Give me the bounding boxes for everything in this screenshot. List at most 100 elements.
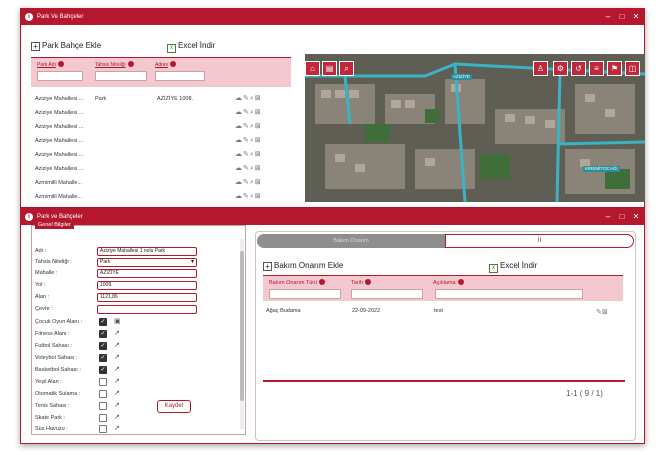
tab-maintenance[interactable]: Bakım Onarım	[257, 234, 445, 248]
row-actions[interactable]: ✎⊠	[596, 308, 608, 316]
type-select[interactable]: Park ▾	[97, 258, 197, 267]
table-row[interactable]: Aziziye Mahallesi ... ☁✎⌕⊠	[35, 106, 289, 120]
table-row[interactable]: Azmimilli Mahalle... ☁✎⌕⊠	[35, 190, 289, 204]
maintenance-excel-button[interactable]: x Excel İndir	[489, 261, 537, 273]
field-label: Adı :	[35, 248, 47, 254]
map-view[interactable]: ⌂ ▤ ⌕ ♙ ⚙ ↺ ≡ ⚑ ◫ AZİZİYE KİREMİTOCAĞI	[305, 54, 645, 202]
sort-icon[interactable]	[364, 279, 371, 285]
column-description[interactable]: Açıklama	[433, 279, 464, 286]
column-maintenance-type[interactable]: Bakım Onarım Türü	[269, 279, 326, 286]
row-actions[interactable]: ☁✎⌕⊠	[235, 106, 262, 120]
filter-type[interactable]	[95, 71, 147, 81]
pool-checkbox[interactable]	[99, 425, 107, 433]
sort-icon[interactable]	[127, 61, 134, 67]
checkbox-label: Yeşil Alan :	[35, 379, 62, 385]
window-title: Park ve Bahçeler	[37, 214, 83, 220]
neighborhood-field[interactable]: AZİZİYE	[97, 269, 197, 278]
table-row[interactable]: Aziziye Mahallesi ... ☁✎⌕⊠	[35, 148, 289, 162]
filter-park-name[interactable]	[37, 71, 83, 81]
external-link-icon[interactable]: ↗	[114, 330, 120, 338]
minimize-button[interactable]: –	[602, 9, 614, 25]
field-label: Mahalle :	[35, 270, 58, 276]
tennis-checkbox[interactable]	[99, 402, 107, 410]
football-checkbox[interactable]: ✓	[99, 342, 107, 350]
form-scrollbar[interactable]	[240, 239, 244, 429]
table-row[interactable]: Aziziye Mahallesi ... ☁✎⌕⊠	[35, 162, 289, 176]
column-type[interactable]: Tahsis Niteliği	[95, 61, 134, 68]
green-area-checkbox[interactable]	[99, 378, 107, 386]
external-link-icon[interactable]: ↗	[114, 425, 120, 433]
map-layers-button[interactable]: ≡	[589, 61, 604, 76]
filter-address[interactable]	[155, 71, 205, 81]
sort-icon[interactable]	[57, 61, 64, 67]
row-actions[interactable]: ☁✎⌕⊠	[235, 134, 262, 148]
maximize-button[interactable]: □	[616, 209, 628, 225]
perimeter-field[interactable]	[97, 305, 197, 314]
table-row[interactable]: Aziziye Mahallesi ... Park AZİZİYE 1008. ☁✎…	[35, 92, 289, 106]
external-link-icon[interactable]: ↗	[114, 354, 120, 362]
tab-second[interactable]: İİ	[445, 234, 634, 248]
excel-icon: x	[167, 44, 176, 53]
road-field[interactable]: 1008.	[97, 281, 197, 290]
external-link-icon[interactable]: ↗	[114, 378, 120, 386]
row-actions[interactable]: ☁✎⌕⊠	[235, 148, 262, 162]
external-link-icon[interactable]: ↗	[114, 390, 120, 398]
name-field[interactable]: Aziziye Mahallesi 1 nolu Park	[97, 247, 197, 256]
map-tool-button[interactable]: ⚙	[553, 61, 568, 76]
row-actions[interactable]: ☁✎⌕⊠	[235, 162, 262, 176]
add-park-button[interactable]: + Park Bahçe Ekle	[31, 41, 101, 51]
add-maintenance-button[interactable]: + Bakım Onarım Ekle	[263, 261, 343, 271]
column-date[interactable]: Tarih	[351, 279, 371, 286]
sort-icon[interactable]	[170, 61, 177, 67]
map-label: KİREMİTOCAĞI	[583, 166, 620, 172]
external-link-icon[interactable]: ↗	[114, 342, 120, 350]
park-table-header: Park Adı Tahsis Niteliği Adres	[31, 57, 291, 87]
external-link-icon[interactable]: ↗	[114, 414, 120, 422]
map-tool-button[interactable]: ♙	[533, 61, 548, 76]
filter-maintenance-type[interactable]	[269, 289, 341, 299]
cell-name: Aziziye Mahallesi ...	[35, 110, 84, 116]
filter-description[interactable]	[435, 289, 583, 299]
table-row[interactable]: Azmimilli Mahalle... ☁✎⌕⊠	[35, 176, 289, 190]
row-actions[interactable]: ☁✎⌕⊠	[235, 120, 262, 134]
minimize-button[interactable]: –	[602, 209, 614, 225]
row-actions[interactable]: ☁✎⌕⊠	[235, 92, 262, 106]
app-icon: i	[25, 13, 33, 21]
close-button[interactable]: ✕	[630, 9, 642, 25]
sort-icon[interactable]	[457, 279, 464, 285]
scrollbar-thumb[interactable]	[240, 251, 244, 401]
filter-date[interactable]	[351, 289, 423, 299]
table-row[interactable]: Ağaç Budama 22-09-2022 test ✎⊠	[266, 308, 626, 320]
column-address[interactable]: Adres	[155, 61, 177, 68]
map-tool-button[interactable]: ⚑	[607, 61, 622, 76]
map-tool-button[interactable]: ▤	[322, 61, 337, 76]
basketball-checkbox[interactable]: ✓	[99, 366, 107, 374]
checkbox-label: Futbol Sahası :	[35, 343, 72, 349]
table-row[interactable]: Aziziye Mahallesi ... ☁✎⌕⊠	[35, 120, 289, 134]
column-park-name[interactable]: Park Adı	[37, 61, 64, 68]
map-tool-button[interactable]: ↺	[571, 61, 586, 76]
playground-checkbox[interactable]: ✓	[99, 318, 107, 326]
external-link-icon[interactable]: ↗	[114, 366, 120, 374]
area-field[interactable]: 1121,86	[97, 293, 197, 302]
image-icon[interactable]: ▣	[114, 318, 121, 326]
map-tool-button[interactable]: ⌂	[305, 61, 320, 76]
fitness-checkbox[interactable]: ✓	[99, 330, 107, 338]
maximize-button[interactable]: □	[616, 9, 628, 25]
row-actions[interactable]: ☁✎⌕⊠	[235, 176, 262, 190]
sort-icon[interactable]	[319, 279, 326, 285]
skate-park-checkbox[interactable]	[99, 414, 107, 422]
close-button[interactable]: ✕	[630, 209, 642, 225]
map-tool-button[interactable]: ⌕	[339, 61, 354, 76]
external-link-icon[interactable]: ↗	[114, 402, 120, 410]
column-park-name-label: Park Adı	[37, 62, 56, 68]
excel-download-button[interactable]: x Excel İndir	[167, 41, 215, 53]
table-row[interactable]: Aziziye Mahallesi ... ☁✎⌕⊠	[35, 134, 289, 148]
auto-irrigation-checkbox[interactable]	[99, 390, 107, 398]
window-title: Park Ve Bahçeler	[37, 14, 84, 20]
cell-name: Aziziye Mahallesi ...	[35, 138, 84, 144]
volleyball-checkbox[interactable]: ✓	[99, 354, 107, 362]
save-button[interactable]: Kaydet	[157, 400, 191, 413]
map-tool-button[interactable]: ◫	[625, 61, 640, 76]
row-actions[interactable]: ☁✎⌕⊠	[235, 190, 262, 204]
